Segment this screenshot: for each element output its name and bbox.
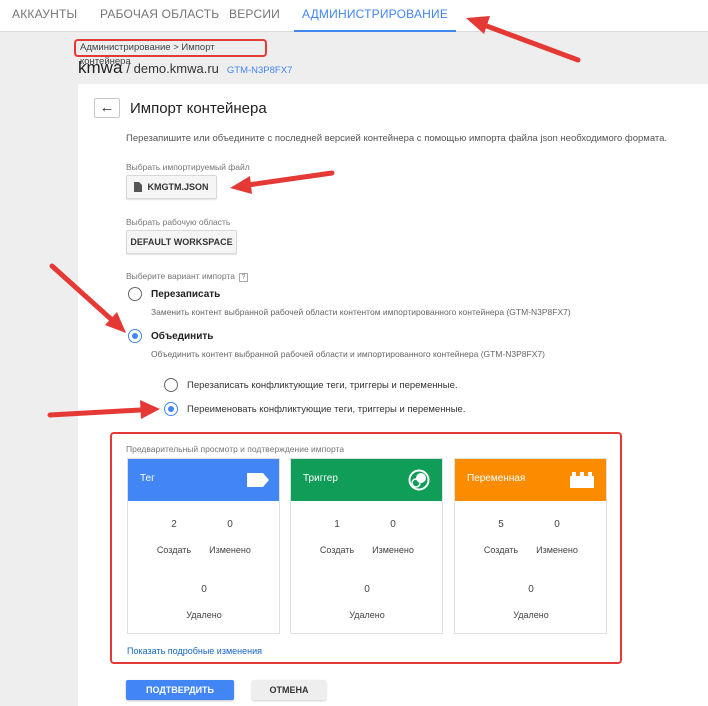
breadcrumb: Администрирование > Импорт контейнера (74, 39, 267, 67)
workspace-label: Выбрать рабочую область (126, 217, 231, 227)
created-count: 2 (171, 519, 177, 530)
tag-icon (247, 473, 269, 487)
import-description: Перезапишите или объедините с последней … (126, 133, 668, 144)
preview-title: Предварительный просмотр и подтверждение… (126, 444, 345, 454)
preview-card-header: Триггер (291, 459, 442, 501)
choose-workspace-button[interactable]: DEFAULT WORKSPACE (126, 230, 237, 254)
overwrite-label: Перезаписать (151, 289, 221, 300)
preview-card-header: Тег (128, 459, 279, 501)
top-nav: АККАУНТЫ РАБОЧАЯ ОБЛАСТЬ ВЕРСИИ АДМИНИСТ… (0, 0, 708, 32)
changed-label: Изменено (209, 545, 251, 555)
deleted-count: 0 (364, 584, 370, 595)
container-domain: / demo.kmwa.ru (126, 61, 219, 76)
created-count: 1 (334, 519, 340, 530)
container-name: kmwa (78, 58, 123, 77)
file-label: Выбрать импортируемый файл (126, 162, 250, 172)
file-icon (134, 182, 143, 192)
created-count: 5 (498, 519, 504, 530)
radio-overwrite[interactable] (128, 287, 142, 301)
created-label: Создать (319, 545, 355, 555)
changed-count: 0 (390, 519, 396, 530)
choose-file-label: KMGTM.JSON (147, 182, 209, 192)
preview-card-label: Тег (140, 473, 155, 484)
tab-workspace[interactable]: РАБОЧАЯ ОБЛАСТЬ (100, 0, 219, 32)
variable-icon (570, 472, 594, 488)
changed-count: 0 (554, 519, 560, 530)
radio-conflict-rename[interactable] (164, 402, 178, 416)
radio-conflict-overwrite[interactable] (164, 378, 178, 392)
container-id: GTM-N3P8FX7 (226, 65, 293, 76)
radio-merge[interactable] (128, 329, 142, 343)
tab-accounts[interactable]: АККАУНТЫ (12, 0, 77, 32)
deleted-label: Удалено (513, 610, 549, 620)
merge-label: Объединить (151, 331, 214, 342)
import-option-label: Выберите вариант импорта? (126, 271, 248, 282)
back-arrow-icon[interactable]: ← (94, 98, 120, 118)
deleted-label: Удалено (186, 610, 222, 620)
confirm-button[interactable]: ПОДТВЕРДИТЬ (126, 680, 234, 700)
overwrite-desc: Заменить контент выбранной рабочей облас… (151, 307, 571, 317)
import-card: ← Импорт контейнера Перезапишите или объ… (78, 84, 708, 706)
preview-card-label: Переменная (467, 473, 526, 484)
preview-card-tag: Тег 2 0 Создать Изменено 0 Удалено (127, 458, 280, 634)
preview-card-header: Переменная (455, 459, 606, 501)
preview-card-trigger: Триггер 1 0 Создать Изменено 0 Удалено (290, 458, 443, 634)
created-label: Создать (483, 545, 519, 555)
choose-file-button[interactable]: KMGTM.JSON (126, 175, 217, 199)
changed-label: Изменено (372, 545, 414, 555)
conflict-rename-label: Переименовать конфликтующие теги, тригге… (187, 404, 466, 415)
deleted-count: 0 (528, 584, 534, 595)
merge-desc: Объединить контент выбранной рабочей обл… (151, 349, 545, 359)
changed-label: Изменено (536, 545, 578, 555)
cancel-button[interactable]: ОТМЕНА (252, 680, 326, 700)
conflict-overwrite-label: Перезаписать конфликтующие теги, триггер… (187, 380, 458, 391)
help-icon[interactable]: ? (238, 273, 248, 282)
import-preview: Предварительный просмотр и подтверждение… (110, 432, 622, 664)
import-option-text: Выберите вариант импорта (126, 271, 235, 281)
deleted-label: Удалено (349, 610, 385, 620)
tab-admin[interactable]: АДМИНИСТРИРОВАНИЕ (293, 0, 457, 32)
preview-card-label: Триггер (303, 473, 338, 484)
trigger-icon (408, 469, 430, 491)
changed-count: 0 (227, 519, 233, 530)
preview-card-variable: Переменная 5 0 Создать Изменено 0 Удален… (454, 458, 607, 634)
tab-versions[interactable]: ВЕРСИИ (229, 0, 280, 32)
created-label: Создать (156, 545, 192, 555)
deleted-count: 0 (201, 584, 207, 595)
container-header: kmwa / demo.kmwa.ru GTM-N3P8FX7 (78, 58, 292, 78)
page-title: Импорт контейнера (130, 100, 267, 117)
show-details-link[interactable]: Показать подробные изменения (127, 646, 262, 656)
